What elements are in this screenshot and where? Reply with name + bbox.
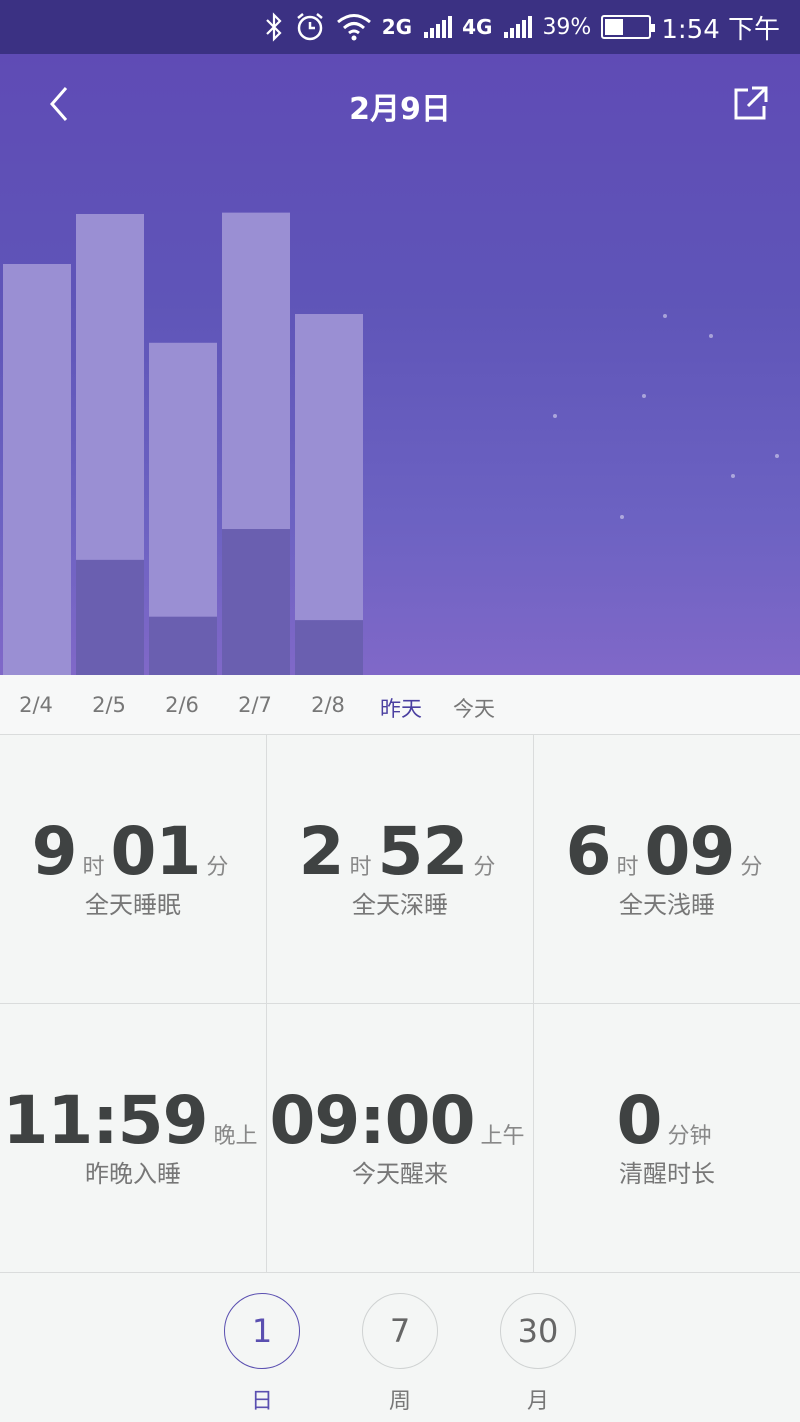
- bar-deep-sleep[interactable]: [222, 529, 290, 675]
- wake-time-suffix: 上午: [480, 1124, 525, 1149]
- bedtime-value: 11:59: [2, 1082, 208, 1159]
- axis-label[interactable]: 2/7: [220, 693, 290, 717]
- deep-sleep-hours: 2: [298, 813, 345, 890]
- axis-label[interactable]: 昨天: [366, 693, 436, 723]
- period-selector: 1 日 7 周 30 月: [0, 1273, 800, 1422]
- battery-percent: 39%: [542, 14, 592, 40]
- hour-unit: 时: [616, 855, 639, 880]
- network-4g-label: 4G: [462, 15, 493, 39]
- hour-unit: 时: [82, 855, 105, 880]
- status-bar: 2G 4G 39% 1:54 下午: [0, 0, 800, 54]
- axis-label[interactable]: 2/4: [1, 693, 71, 717]
- axis-label[interactable]: 2/6: [147, 693, 217, 717]
- axis-label[interactable]: 2/5: [74, 693, 144, 717]
- battery-icon: [601, 15, 656, 39]
- wifi-icon: [336, 14, 371, 41]
- date-axis: 2/4 2/5 2/6 2/7 2/8 昨天 今天: [0, 675, 800, 735]
- page-title: 2月9日: [349, 92, 451, 127]
- wake-time-value: 09:00: [269, 1082, 475, 1159]
- share-icon[interactable]: [730, 84, 770, 124]
- light-sleep-hours: 6: [565, 813, 612, 890]
- light-sleep-label: 全天浅睡: [619, 891, 715, 919]
- stat-deep-sleep: 2 时 52 分 全天深睡: [267, 735, 534, 1004]
- bedtime-label: 昨晚入睡: [85, 1160, 181, 1188]
- stat-bedtime: 11:59 晚上 昨晚入睡: [0, 1004, 267, 1273]
- axis-label[interactable]: 2/8: [293, 693, 363, 717]
- period-day-label: 日: [250, 1389, 273, 1414]
- hour-unit: 时: [349, 855, 372, 880]
- minute-unit: 分: [206, 855, 229, 880]
- wake-time-label: 今天醒来: [352, 1160, 448, 1188]
- bar-light-sleep[interactable]: [222, 212, 290, 530]
- deep-sleep-label: 全天深睡: [352, 891, 448, 919]
- bar-deep-sleep[interactable]: [76, 559, 144, 675]
- awake-duration-value: 0: [616, 1082, 663, 1159]
- period-day-button[interactable]: 1: [224, 1293, 300, 1369]
- total-sleep-label: 全天睡眠: [85, 891, 181, 919]
- total-sleep-minutes: 01: [110, 813, 202, 890]
- bar-light-sleep[interactable]: [3, 264, 71, 675]
- period-month-button[interactable]: 30: [500, 1293, 576, 1369]
- bar-deep-sleep[interactable]: [149, 616, 217, 675]
- sleep-chart-panel: 2月9日: [0, 54, 800, 675]
- axis-label[interactable]: 今天: [439, 693, 509, 723]
- bar-light-sleep[interactable]: [149, 342, 217, 617]
- light-sleep-minutes: 09: [644, 813, 736, 890]
- signal-4g-icon: [504, 16, 533, 38]
- period-week-label: 周: [388, 1389, 411, 1414]
- bedtime-suffix: 晚上: [213, 1124, 258, 1149]
- deep-sleep-minutes: 52: [377, 813, 469, 890]
- total-sleep-hours: 9: [31, 813, 78, 890]
- stat-total-sleep: 9 时 01 分 全天睡眠: [0, 735, 267, 1004]
- network-2g-label: 2G: [381, 15, 413, 39]
- clock: 1:54 下午: [661, 14, 780, 45]
- bluetooth-icon: [265, 12, 282, 42]
- alarm-icon: [296, 13, 323, 41]
- minute-unit: 分: [473, 855, 496, 880]
- top-nav: 2月9日: [0, 54, 800, 154]
- period-week-button[interactable]: 7: [362, 1293, 438, 1369]
- stat-light-sleep: 6 时 09 分 全天浅睡: [534, 735, 800, 1004]
- minute-unit: 分: [740, 855, 763, 880]
- bar-light-sleep[interactable]: [295, 314, 363, 621]
- bar-light-sleep[interactable]: [76, 213, 144, 560]
- stat-awake-duration: 0 分钟 清醒时长: [534, 1004, 800, 1273]
- stats-grid: 9 时 01 分 全天睡眠 2 时 52 分 全天深睡 6 时 09 分 全天浅…: [0, 735, 800, 1273]
- stat-wake-time: 09:00 上午 今天醒来: [267, 1004, 534, 1273]
- bar-deep-sleep[interactable]: [295, 620, 363, 675]
- period-month-label: 月: [526, 1389, 549, 1414]
- awake-duration-label: 清醒时长: [619, 1160, 715, 1188]
- signal-2g-icon: [424, 16, 453, 38]
- awake-duration-suffix: 分钟: [667, 1124, 712, 1149]
